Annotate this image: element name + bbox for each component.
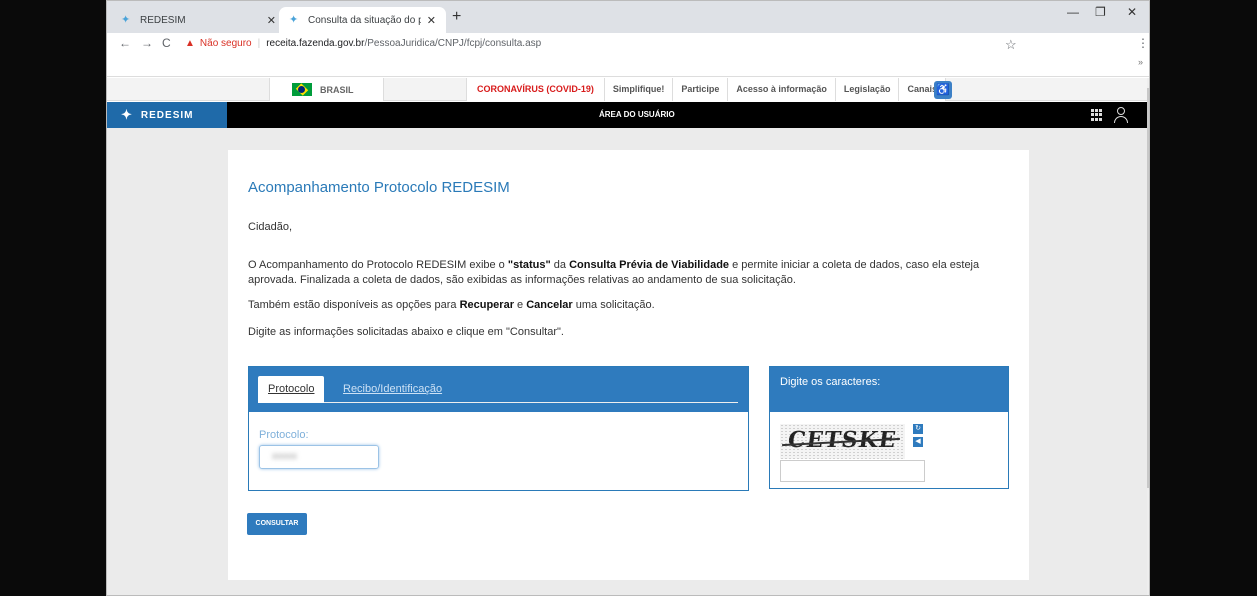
protocolo-input[interactable]: xxxxx <box>259 445 379 469</box>
protocol-tabs: Protocolo Recibo/Identificação <box>258 376 738 403</box>
consultar-button[interactable]: CONSULTAR <box>247 513 307 535</box>
back-icon[interactable]: ← <box>119 36 131 50</box>
user-icon[interactable] <box>1114 107 1128 123</box>
url-separator: | <box>257 38 261 49</box>
tab-title: REDESIM <box>140 14 186 26</box>
close-tab-icon[interactable]: ✕ <box>427 14 436 27</box>
options-paragraph: Também estão disponíveis as opções para … <box>248 299 655 311</box>
gov-link-acesso[interactable]: Acesso à informação <box>728 78 836 101</box>
tab-redesim[interactable]: ✦ REDESIM ✕ <box>111 7 286 33</box>
url-host: receita.fazenda.gov.br <box>266 38 365 49</box>
protocol-panel: Protocolo Recibo/Identificação Protocolo… <box>248 366 749 491</box>
minimize-icon[interactable]: — <box>1067 5 1079 19</box>
tab-title: Consulta da situação do pedido <box>308 14 421 26</box>
redesim-favicon-icon: ✦ <box>289 14 299 26</box>
tab-strip: ✦ REDESIM ✕ ✦ Consulta da situação do pe… <box>107 1 1149 33</box>
captcha-image: CETSKE <box>780 424 905 459</box>
url-field[interactable]: ▲ Não seguro | receita.fazenda.gov.br /P… <box>185 35 1043 53</box>
warning-icon: ▲ <box>185 38 195 49</box>
app-bar: ✦ REDESIM ÁREA DO USUÁRIO <box>107 102 1149 128</box>
greeting: Cidadão, <box>248 221 293 233</box>
gov-link-legislacao[interactable]: Legislação <box>836 78 900 101</box>
intro-paragraph: O Acompanhamento do Protocolo REDESIM ex… <box>248 259 980 286</box>
logo-text: REDESIM <box>140 109 194 121</box>
maximize-icon[interactable]: ❐ <box>1095 5 1106 19</box>
brasil-link[interactable]: BRASIL <box>269 78 384 101</box>
apps-grid-icon[interactable] <box>1091 109 1103 121</box>
captcha-input[interactable] <box>780 460 925 482</box>
reload-icon[interactable]: C <box>162 36 171 50</box>
instructions-paragraph: Digite as informações solicitadas abaixo… <box>248 326 564 338</box>
brasil-label: BRASIL <box>320 84 354 95</box>
redesim-logo-icon: ✦ <box>121 107 133 122</box>
tab-protocolo[interactable]: Protocolo <box>258 376 325 403</box>
captcha-panel: Digite os caracteres: CETSKE ↻ ◀ <box>769 366 1009 489</box>
redesim-logo[interactable]: ✦ REDESIM <box>107 102 227 128</box>
bookmarks-bar <box>107 55 1149 77</box>
protocolo-label: Protocolo: <box>259 429 309 441</box>
chevron-double-icon[interactable]: » <box>1138 57 1143 67</box>
security-label: Não seguro <box>199 38 252 49</box>
page-content: Acompanhamento Protocolo REDESIM Cidadão… <box>107 128 1147 595</box>
main-card: Acompanhamento Protocolo REDESIM Cidadão… <box>228 150 1029 580</box>
captcha-panel-header: Digite os caracteres: <box>770 367 1008 412</box>
gov-link-simplifique[interactable]: Simplifique! <box>605 78 674 101</box>
forward-icon[interactable]: → <box>141 36 153 50</box>
screen-frame: ✦ REDESIM ✕ ✦ Consulta da situação do pe… <box>0 0 1257 596</box>
gov-links: CORONAVÍRUS (COVID-19) Simplifique! Part… <box>466 78 946 101</box>
tab-recibo-identificacao[interactable]: Recibo/Identificação <box>343 376 442 403</box>
gov-link-participe[interactable]: Participe <box>673 78 729 101</box>
gov-link-covid[interactable]: CORONAVÍRUS (COVID-19) <box>467 78 605 101</box>
bookmark-star-icon[interactable]: ☆ <box>1005 37 1017 53</box>
captcha-header: Digite os caracteres: <box>780 376 881 388</box>
page-title: Acompanhamento Protocolo REDESIM <box>248 179 510 196</box>
scrollbar-thumb[interactable] <box>1147 88 1149 488</box>
tab-consulta[interactable]: ✦ Consulta da situação do pedido ✕ <box>279 7 446 33</box>
protocol-panel-header: Protocolo Recibo/Identificação <box>249 367 748 412</box>
accessibility-icon[interactable]: ♿ <box>934 81 952 99</box>
close-window-icon[interactable]: ✕ <box>1127 5 1137 19</box>
redesim-favicon-icon: ✦ <box>121 14 131 26</box>
close-tab-icon[interactable]: ✕ <box>267 14 276 27</box>
browser-menu-icon[interactable]: ⋮ <box>1137 36 1149 50</box>
brazil-flag-icon <box>292 83 312 96</box>
area-usuario-label: ÁREA DO USUÁRIO <box>599 110 675 119</box>
refresh-captcha-icon[interactable]: ↻ <box>913 424 923 434</box>
scrollbar[interactable] <box>1147 78 1149 595</box>
new-tab-icon[interactable]: + <box>452 7 461 27</box>
audio-captcha-icon[interactable]: ◀ <box>913 437 923 447</box>
browser-window: ✦ REDESIM ✕ ✦ Consulta da situação do pe… <box>106 0 1150 596</box>
url-path: /PessoaJuridica/CNPJ/fcpj/consulta.asp <box>364 38 542 49</box>
address-bar: ← → C ▲ Não seguro | receita.fazenda.gov… <box>107 33 1149 55</box>
gov-bar: BRASIL CORONAVÍRUS (COVID-19) Simplifiqu… <box>107 78 1149 101</box>
